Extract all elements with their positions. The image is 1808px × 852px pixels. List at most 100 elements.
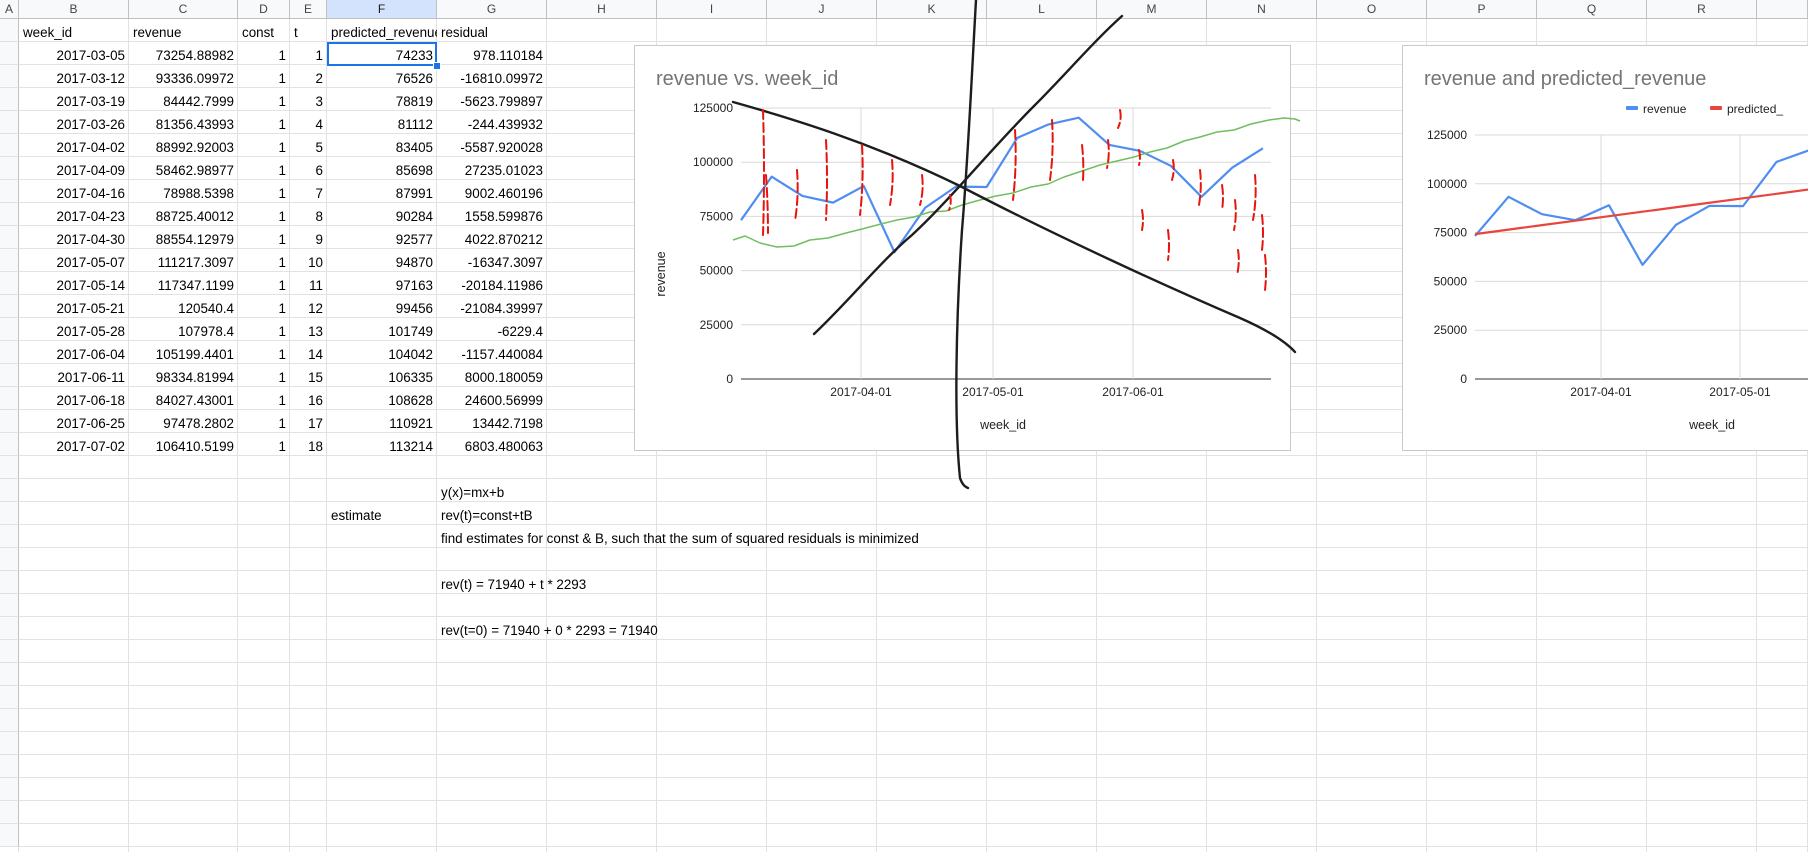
cell-revenue[interactable]: 84442.7999 bbox=[129, 90, 238, 113]
note-line-1[interactable]: y(x)=mx+b bbox=[437, 481, 547, 504]
cell-predicted-revenue[interactable]: 94870 bbox=[327, 251, 437, 274]
column-header-b[interactable]: B bbox=[19, 0, 129, 19]
cell-week-id[interactable]: 2017-06-25 bbox=[19, 412, 129, 435]
chart-revenue-and-predicted[interactable]: revenue and predicted_revenue week_id re… bbox=[1402, 45, 1808, 451]
row-header[interactable] bbox=[0, 364, 19, 387]
cell-const[interactable]: 1 bbox=[238, 159, 290, 182]
column-header-n[interactable]: N bbox=[1207, 0, 1317, 19]
note-line-3[interactable]: find estimates for const & B, such that … bbox=[437, 527, 919, 550]
cell-residual[interactable]: -5587.920028 bbox=[437, 136, 547, 159]
cell-residual[interactable]: 24600.56999 bbox=[437, 389, 547, 412]
cell-predicted-revenue[interactable]: 90284 bbox=[327, 205, 437, 228]
row-header[interactable] bbox=[0, 594, 19, 617]
column-header-o[interactable]: O bbox=[1317, 0, 1427, 19]
cell-residual[interactable]: 978.110184 bbox=[437, 44, 547, 67]
cell-predicted-revenue[interactable]: 87991 bbox=[327, 182, 437, 205]
cell-const[interactable]: 1 bbox=[238, 343, 290, 366]
cell-t[interactable]: 3 bbox=[290, 90, 327, 113]
row-header[interactable] bbox=[0, 502, 19, 525]
row-header[interactable] bbox=[0, 157, 19, 180]
row-header[interactable] bbox=[0, 318, 19, 341]
row-header[interactable] bbox=[0, 88, 19, 111]
cell-week-id[interactable]: 2017-05-21 bbox=[19, 297, 129, 320]
row-header[interactable] bbox=[0, 617, 19, 640]
cell-week-id[interactable]: 2017-04-09 bbox=[19, 159, 129, 182]
header-week-id[interactable]: week_id bbox=[19, 21, 129, 44]
cell-revenue[interactable]: 78988.5398 bbox=[129, 182, 238, 205]
cell-residual[interactable]: 8000.180059 bbox=[437, 366, 547, 389]
row-header[interactable] bbox=[0, 387, 19, 410]
cell-residual[interactable]: -16810.09972 bbox=[437, 67, 547, 90]
cell-t[interactable]: 17 bbox=[290, 412, 327, 435]
row-header[interactable] bbox=[0, 755, 19, 778]
row-header[interactable] bbox=[0, 65, 19, 88]
cell-revenue[interactable]: 117347.1199 bbox=[129, 274, 238, 297]
cell-week-id[interactable]: 2017-06-11 bbox=[19, 366, 129, 389]
row-header[interactable] bbox=[0, 111, 19, 134]
row-header[interactable] bbox=[0, 525, 19, 548]
cell-revenue[interactable]: 88725.40012 bbox=[129, 205, 238, 228]
column-header-f[interactable]: F bbox=[327, 0, 437, 19]
cell-t[interactable]: 13 bbox=[290, 320, 327, 343]
column-header-partial[interactable] bbox=[1757, 0, 1808, 19]
cell-t[interactable]: 8 bbox=[290, 205, 327, 228]
cell-t[interactable]: 6 bbox=[290, 159, 327, 182]
row-header[interactable] bbox=[0, 410, 19, 433]
cell-week-id[interactable]: 2017-04-02 bbox=[19, 136, 129, 159]
header-revenue[interactable]: revenue bbox=[129, 21, 238, 44]
cell-residual[interactable]: 27235.01023 bbox=[437, 159, 547, 182]
cell-week-id[interactable]: 2017-03-19 bbox=[19, 90, 129, 113]
cell-const[interactable]: 1 bbox=[238, 297, 290, 320]
row-header[interactable] bbox=[0, 778, 19, 801]
cell-week-id[interactable]: 2017-06-18 bbox=[19, 389, 129, 412]
row-header[interactable] bbox=[0, 272, 19, 295]
cell-const[interactable]: 1 bbox=[238, 182, 290, 205]
row-header[interactable] bbox=[0, 479, 19, 502]
cell-week-id[interactable]: 2017-03-26 bbox=[19, 113, 129, 136]
cell-t[interactable]: 1 bbox=[290, 44, 327, 67]
cell-const[interactable]: 1 bbox=[238, 320, 290, 343]
cell-const[interactable]: 1 bbox=[238, 412, 290, 435]
cell-week-id[interactable]: 2017-03-05 bbox=[19, 44, 129, 67]
row-header[interactable] bbox=[0, 709, 19, 732]
cell-revenue[interactable]: 88554.12979 bbox=[129, 228, 238, 251]
cell-predicted-revenue[interactable]: 76526 bbox=[327, 67, 437, 90]
cell-revenue[interactable]: 81356.43993 bbox=[129, 113, 238, 136]
cell-revenue[interactable]: 105199.4401 bbox=[129, 343, 238, 366]
row-header[interactable] bbox=[0, 134, 19, 157]
cell-week-id[interactable]: 2017-05-14 bbox=[19, 274, 129, 297]
cell-predicted-revenue[interactable]: 110921 bbox=[327, 412, 437, 435]
cell-const[interactable]: 1 bbox=[238, 90, 290, 113]
row-header[interactable] bbox=[0, 732, 19, 755]
row-header[interactable] bbox=[0, 663, 19, 686]
cell-predicted-revenue[interactable]: 108628 bbox=[327, 389, 437, 412]
note-line-2[interactable]: rev(t)=const+tB bbox=[437, 504, 547, 527]
cell-revenue[interactable]: 93336.09972 bbox=[129, 67, 238, 90]
row-header[interactable] bbox=[0, 456, 19, 479]
cell-residual[interactable]: -6229.4 bbox=[437, 320, 547, 343]
column-header-m[interactable]: M bbox=[1097, 0, 1207, 19]
column-header-d[interactable]: D bbox=[238, 0, 290, 19]
column-header-g[interactable]: G bbox=[437, 0, 547, 19]
column-header-r[interactable]: R bbox=[1647, 0, 1757, 19]
row-header[interactable] bbox=[0, 226, 19, 249]
cell-const[interactable]: 1 bbox=[238, 205, 290, 228]
cell-revenue[interactable]: 98334.81994 bbox=[129, 366, 238, 389]
cell-predicted-revenue[interactable]: 85698 bbox=[327, 159, 437, 182]
cell-week-id[interactable]: 2017-05-07 bbox=[19, 251, 129, 274]
cell-t[interactable]: 16 bbox=[290, 389, 327, 412]
row-header[interactable] bbox=[0, 249, 19, 272]
row-header[interactable] bbox=[0, 548, 19, 571]
cell-revenue[interactable]: 97478.2802 bbox=[129, 412, 238, 435]
cell-week-id[interactable]: 2017-04-30 bbox=[19, 228, 129, 251]
column-header-h[interactable]: H bbox=[547, 0, 657, 19]
cell-predicted-revenue[interactable]: 74233 bbox=[327, 44, 437, 67]
cell-revenue[interactable]: 111217.3097 bbox=[129, 251, 238, 274]
note-line-5[interactable]: rev(t=0) = 71940 + 0 * 2293 = 71940 bbox=[437, 619, 658, 642]
cell-revenue[interactable]: 58462.98977 bbox=[129, 159, 238, 182]
column-header-c[interactable]: C bbox=[129, 0, 238, 19]
cell-week-id[interactable]: 2017-04-16 bbox=[19, 182, 129, 205]
fill-handle[interactable] bbox=[433, 62, 441, 70]
cell-residual[interactable]: 4022.870212 bbox=[437, 228, 547, 251]
column-header-q[interactable]: Q bbox=[1537, 0, 1647, 19]
